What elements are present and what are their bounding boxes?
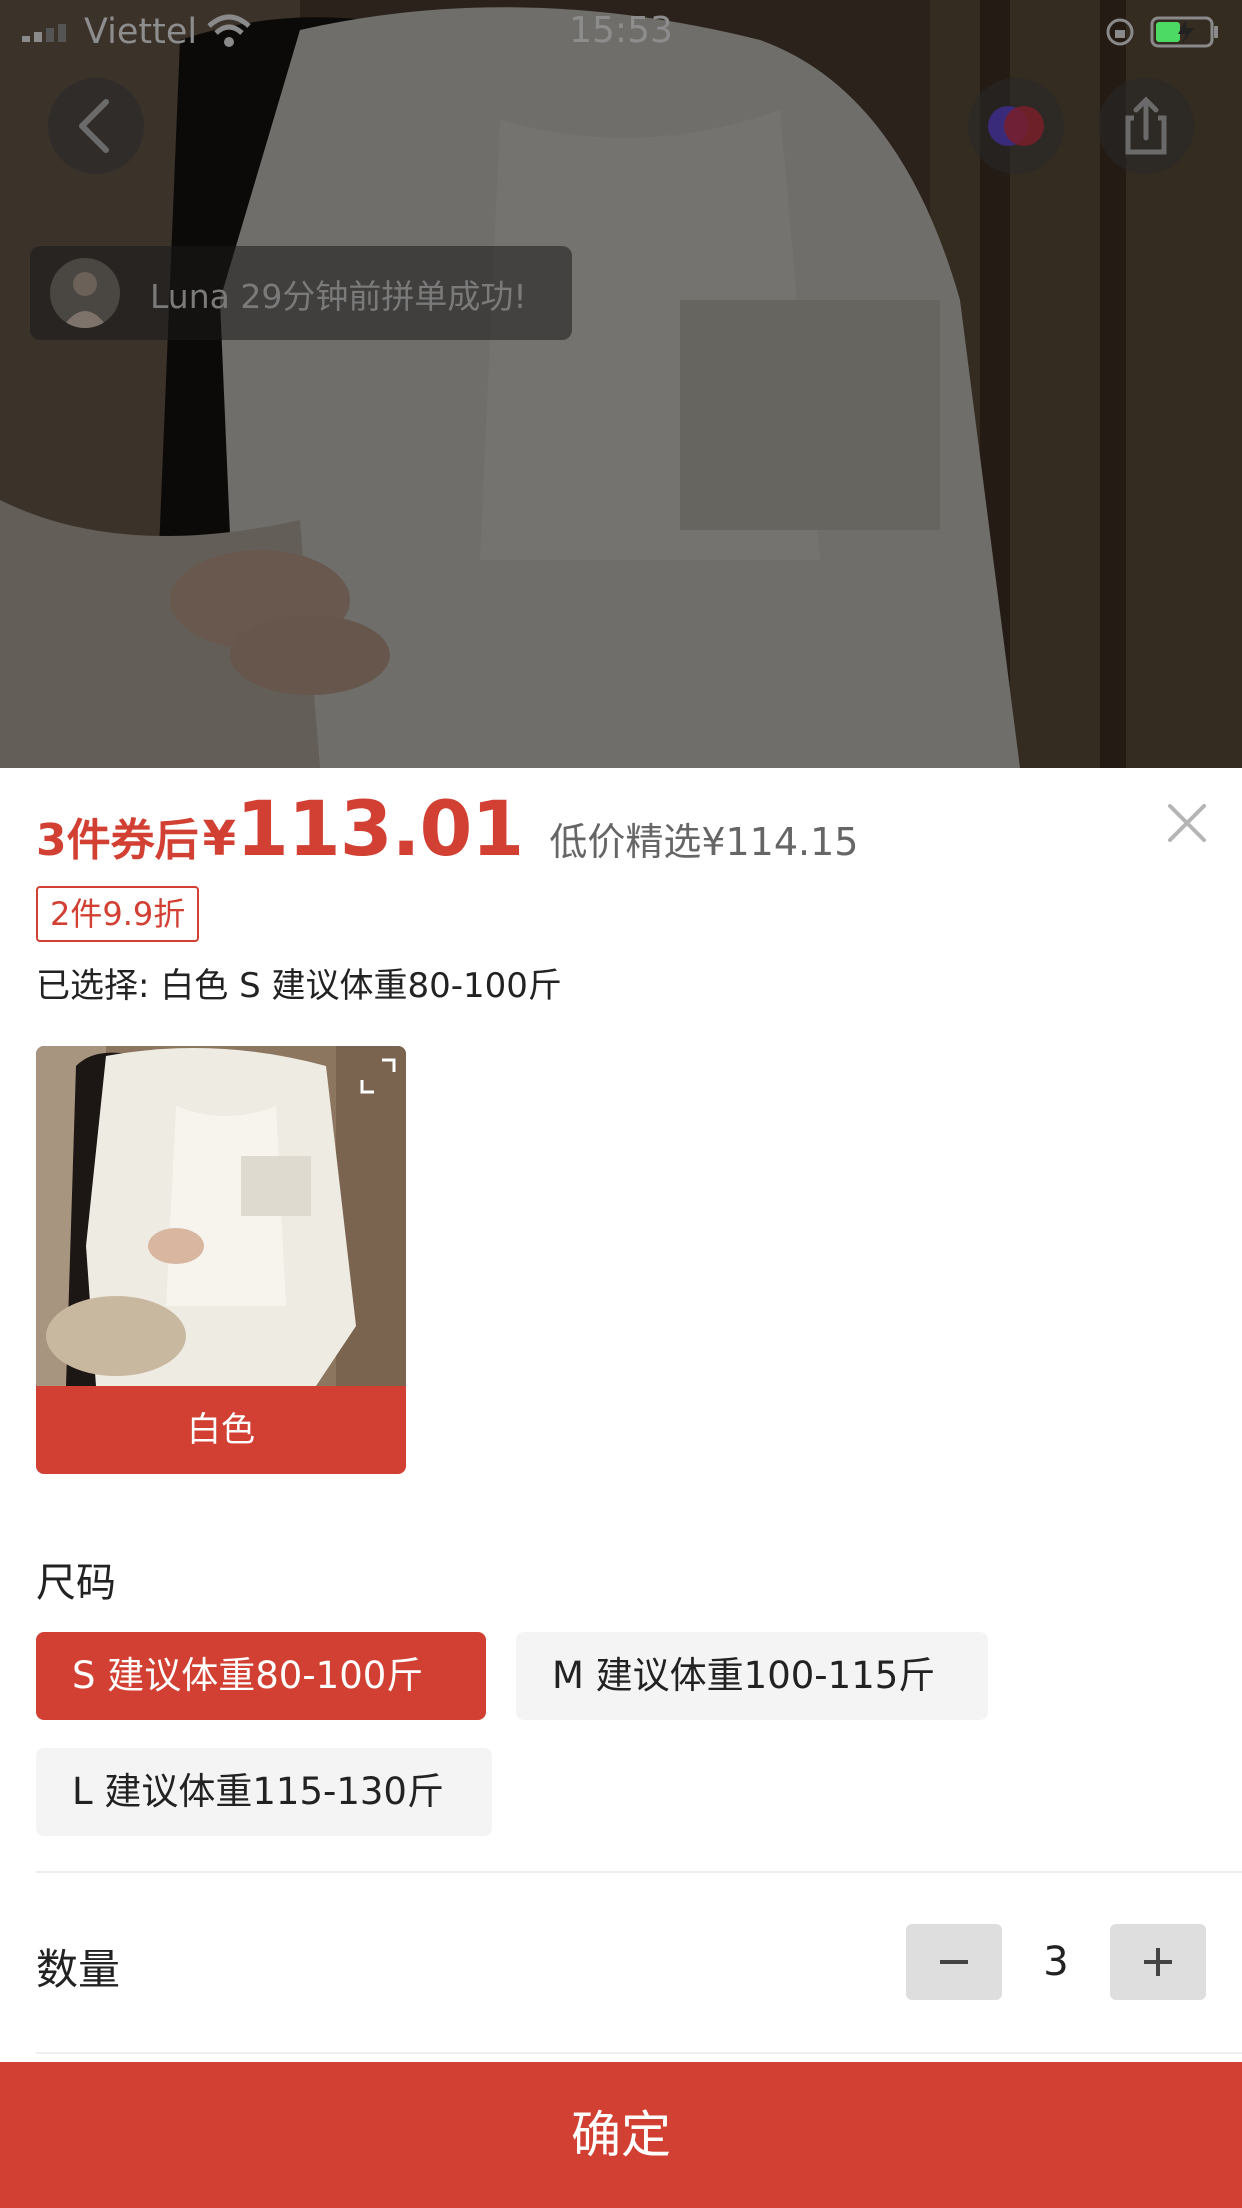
quantity-value[interactable]: 3	[1002, 1924, 1110, 2000]
size-option-l[interactable]: L 建议体重115-130斤	[36, 1748, 492, 1836]
alt-price: 低价精选¥114.15	[549, 820, 859, 864]
close-button[interactable]	[1162, 798, 1212, 848]
group-buy-toast: Luna 29分钟前拼单成功!	[30, 246, 572, 340]
back-button[interactable]	[48, 78, 144, 174]
live-button[interactable]	[968, 78, 1064, 174]
size-option-m[interactable]: M 建议体重100-115斤	[516, 1632, 988, 1720]
battery-icon	[1150, 16, 1218, 48]
plus-icon	[1144, 1948, 1172, 1976]
price-value: 113.01	[236, 784, 524, 873]
clock: 15:53	[569, 10, 673, 51]
toast-text: Luna 29分钟前拼单成功!	[150, 277, 527, 316]
avatar	[50, 258, 120, 328]
quantity-increment-button[interactable]	[1110, 1924, 1206, 2000]
chevron-left-icon	[79, 99, 109, 153]
screen: Viettel 15:53 Luna 29分钟前拼单成功! 3件券后 ¥ 113…	[0, 0, 1242, 2208]
price-currency: ¥	[202, 811, 237, 867]
live-icon	[988, 106, 1044, 146]
expand-icon[interactable]	[358, 1056, 398, 1096]
close-icon	[1168, 804, 1206, 842]
color-option-white[interactable]: 白色	[36, 1046, 406, 1474]
promo-tag: 2件9.9折	[36, 886, 200, 942]
status-bar: Viettel 15:53	[0, 0, 1242, 64]
sku-picker-sheet: 3件券后 ¥ 113.01 低价精选¥114.15 2件9.9折 已选择: 白色…	[0, 768, 1242, 2208]
share-button[interactable]	[1098, 78, 1194, 174]
quantity-label: 数量	[36, 1945, 121, 1994]
price-row: 3件券后 ¥ 113.01 低价精选¥114.15	[36, 784, 858, 884]
quantity-decrement-button[interactable]	[906, 1924, 1002, 2000]
color-option-label: 白色	[36, 1386, 406, 1474]
divider	[36, 2052, 1242, 2054]
color-thumbnail	[36, 1046, 406, 1386]
minus-icon	[940, 1960, 968, 1964]
divider	[36, 1871, 1242, 1873]
selected-summary: 已选择: 白色 S 建议体重80-100斤	[36, 966, 562, 1006]
price-prefix: 3件券后	[36, 815, 199, 866]
rotation-lock-icon	[1106, 18, 1134, 46]
size-option-s[interactable]: S 建议体重80-100斤	[36, 1632, 486, 1720]
confirm-button[interactable]: 确定	[0, 2062, 1242, 2208]
size-section-title: 尺码	[36, 1560, 116, 1606]
share-icon	[1125, 96, 1167, 155]
